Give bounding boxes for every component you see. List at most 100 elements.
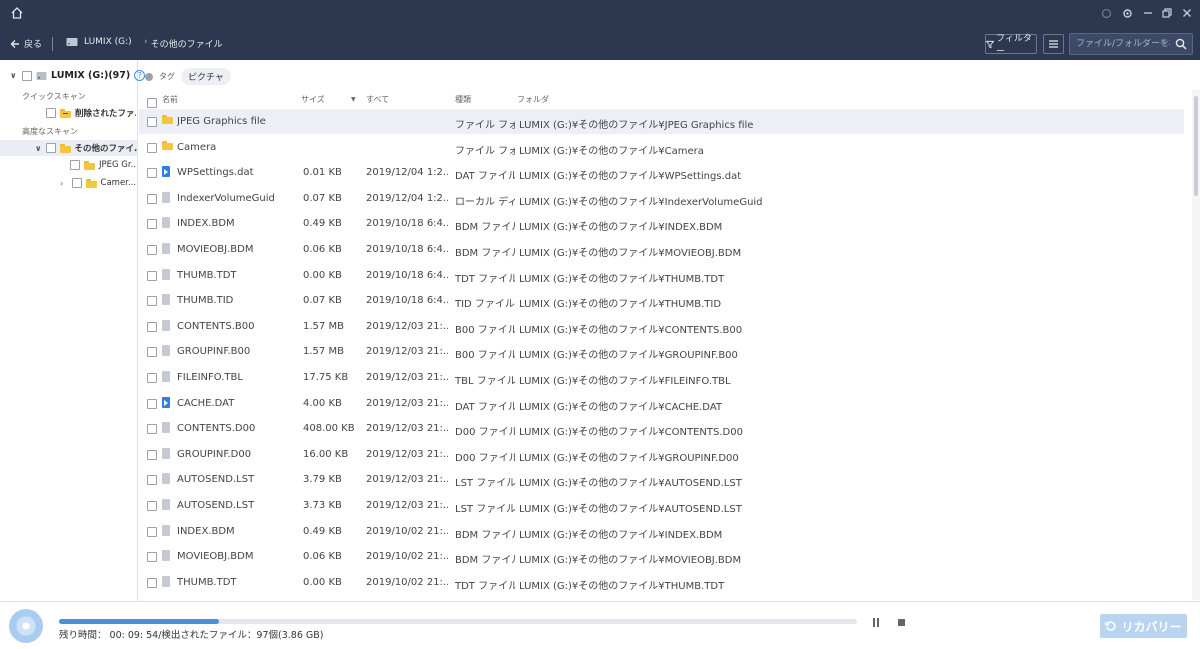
row-checkbox[interactable] <box>147 194 157 204</box>
row-checkbox[interactable] <box>147 578 157 588</box>
table-row[interactable]: MOVIEOBJ.BDM 0.06 KB 2019/10/18 6:4... BDM … <box>139 237 1184 262</box>
file-type: BDM ファイル <box>455 530 515 541</box>
table-row[interactable]: JPEG Graphics file ファイル フォ... LUMIX (G:)¥そ… <box>139 109 1184 134</box>
restore-icon[interactable] <box>1160 6 1174 20</box>
tag-pill-picture[interactable]: ピクチャ <box>181 68 231 85</box>
row-checkbox[interactable] <box>147 475 157 485</box>
row-checkbox[interactable] <box>147 527 157 537</box>
filter-button[interactable]: フィルター <box>985 34 1037 57</box>
breadcrumb-drive[interactable]: LUMIX (G:) <box>66 37 132 47</box>
table-row[interactable]: IndexerVolumeGuid 0.07 KB 2019/12/04 1:2..… <box>139 186 1184 211</box>
checkbox[interactable] <box>70 160 80 170</box>
table-row[interactable]: CONTENTS.B00 1.57 MB 2019/12/03 21:... B00 … <box>139 314 1184 339</box>
settings-icon[interactable] <box>1120 6 1134 20</box>
select-all-checkbox[interactable] <box>147 98 157 108</box>
column-header-name[interactable]: 名前 <box>162 94 178 105</box>
table-row[interactable]: THUMB.TID 0.07 KB 2019/10/18 6:4... TID ファイ… <box>139 288 1184 313</box>
chevron-down-icon[interactable]: ∨ <box>10 71 18 80</box>
back-button[interactable]: 戻る <box>10 37 42 50</box>
folder-icon <box>59 143 71 153</box>
column-header-date[interactable]: すべて <box>366 94 389 105</box>
drive-icon <box>36 71 47 80</box>
table-row[interactable]: Camera ファイル フォ... LUMIX (G:)¥その他のファイル¥Came… <box>139 135 1184 160</box>
help-icon[interactable]: ? <box>134 70 146 81</box>
column-header-size[interactable]: サイズ <box>301 94 325 105</box>
file-name: GROUPINF.D00 <box>177 449 252 460</box>
row-checkbox[interactable] <box>147 347 157 357</box>
row-checkbox[interactable] <box>147 424 157 434</box>
file-type: ファイル フォ... <box>455 120 515 131</box>
file-folder: LUMIX (G:)¥その他のファイル¥INDEX.BDM <box>519 530 723 541</box>
row-checkbox[interactable] <box>147 143 157 153</box>
search-input[interactable] <box>1070 39 1170 49</box>
row-checkbox[interactable] <box>147 271 157 281</box>
file-name: FILEINFO.TBL <box>177 372 243 383</box>
file-icon <box>162 422 170 436</box>
stop-button[interactable] <box>898 619 905 626</box>
refresh-icon[interactable] <box>1099 6 1113 20</box>
list-menu-button[interactable] <box>1043 34 1064 54</box>
row-checkbox[interactable] <box>147 168 157 178</box>
table-row[interactable]: THUMB.TDT 0.00 KB 2019/10/18 6:4... TDT ファイ… <box>139 263 1184 288</box>
file-type: B00 ファイル <box>455 325 515 336</box>
checkbox[interactable] <box>45 143 56 153</box>
file-size: 0.06 KB <box>303 244 342 255</box>
column-header-folder[interactable]: フォルダ <box>517 94 549 105</box>
scrollbar-thumb[interactable] <box>1194 96 1198 196</box>
checkbox[interactable] <box>71 178 82 188</box>
home-icon[interactable] <box>10 6 24 20</box>
table-row[interactable]: CONTENTS.D00 408.00 KB 2019/12/03 21:... D0… <box>139 416 1184 441</box>
tree-item-camera[interactable]: › Camer... <box>60 178 136 188</box>
column-header-type[interactable]: 種類 <box>455 94 471 105</box>
table-row[interactable]: CACHE.DAT 4.00 KB 2019/12/03 21:... DAT ファイ… <box>139 391 1184 416</box>
table-row[interactable]: GROUPINF.B00 1.57 MB 2019/12/03 21:... B00 … <box>139 339 1184 364</box>
row-checkbox[interactable] <box>147 322 157 332</box>
chevron-down-icon[interactable]: ∨ <box>35 144 42 153</box>
file-size: 0.07 KB <box>303 295 342 306</box>
file-folder: LUMIX (G:)¥その他のファイル¥INDEX.BDM <box>519 222 723 233</box>
recover-button[interactable]: リカバリー <box>1100 614 1187 638</box>
file-date: 2019/10/02 21:... <box>366 551 448 562</box>
search-icon[interactable] <box>1175 38 1187 50</box>
table-row[interactable]: INDEX.BDM 0.49 KB 2019/10/18 6:4... BDM ファイ… <box>139 211 1184 236</box>
tree-root-drive[interactable]: ∨ LUMIX (G:)(97) ? <box>10 70 146 81</box>
chevron-right-icon[interactable]: › <box>60 179 68 188</box>
pause-button[interactable] <box>873 618 883 628</box>
close-icon[interactable] <box>1180 6 1194 20</box>
checkbox[interactable] <box>22 70 32 81</box>
table-row[interactable]: THUMB.TDT 0.00 KB 2019/10/02 21:... TDT ファイ… <box>139 570 1184 595</box>
file-size: 17.75 KB <box>303 372 349 383</box>
row-checkbox[interactable] <box>147 552 157 562</box>
row-checkbox[interactable] <box>147 399 157 409</box>
table-row[interactable]: MOVIEOBJ.BDM 0.06 KB 2019/10/02 21:... BDM … <box>139 544 1184 569</box>
back-label: 戻る <box>24 40 43 50</box>
row-checkbox[interactable] <box>147 245 157 255</box>
table-row[interactable]: INDEX.BDM 0.49 KB 2019/10/02 21:... BDM ファイ… <box>139 519 1184 544</box>
file-size: 3.73 KB <box>303 500 342 511</box>
file-type: TDT ファイル <box>455 581 515 592</box>
table-row[interactable]: WPSettings.dat 0.01 KB 2019/12/04 1:2... DA… <box>139 160 1184 185</box>
minimize-icon[interactable] <box>1141 6 1155 20</box>
checkbox[interactable] <box>46 108 56 118</box>
row-checkbox[interactable] <box>147 219 157 229</box>
file-folder: LUMIX (G:)¥その他のファイル¥AUTOSEND.LST <box>519 504 742 515</box>
tag-label: タグ <box>159 72 175 81</box>
row-checkbox[interactable] <box>147 296 157 306</box>
tree-item-deleted-files[interactable]: 削除されたファ... <box>46 107 136 119</box>
breadcrumb-folder[interactable]: › その他のファイル <box>144 37 223 50</box>
row-checkbox[interactable] <box>147 373 157 383</box>
tree-item-jpeg[interactable]: JPEG Gr... <box>70 160 136 170</box>
table-row[interactable]: AUTOSEND.LST 3.79 KB 2019/12/03 21:... LST … <box>139 467 1184 492</box>
row-checkbox[interactable] <box>147 450 157 460</box>
table-row[interactable]: AUTOSEND.LST 3.73 KB 2019/12/03 21:... LST … <box>139 493 1184 518</box>
sort-down-icon[interactable]: ▼ <box>351 96 356 103</box>
row-checkbox[interactable] <box>147 117 157 127</box>
status-text: 残り時間： 00: 09: 54/検出されたファイル：97個(3.86 GB) <box>59 630 324 641</box>
file-icon <box>162 473 170 487</box>
file-type: D00 ファイル <box>455 453 515 464</box>
file-icon <box>162 269 170 283</box>
tree-item-other-files[interactable]: ∨ その他のファイ... <box>0 140 137 156</box>
row-checkbox[interactable] <box>147 501 157 511</box>
table-row[interactable]: FILEINFO.TBL 17.75 KB 2019/12/03 21:... TBL… <box>139 365 1184 390</box>
table-row[interactable]: GROUPINF.D00 16.00 KB 2019/12/03 21:... D00… <box>139 442 1184 467</box>
